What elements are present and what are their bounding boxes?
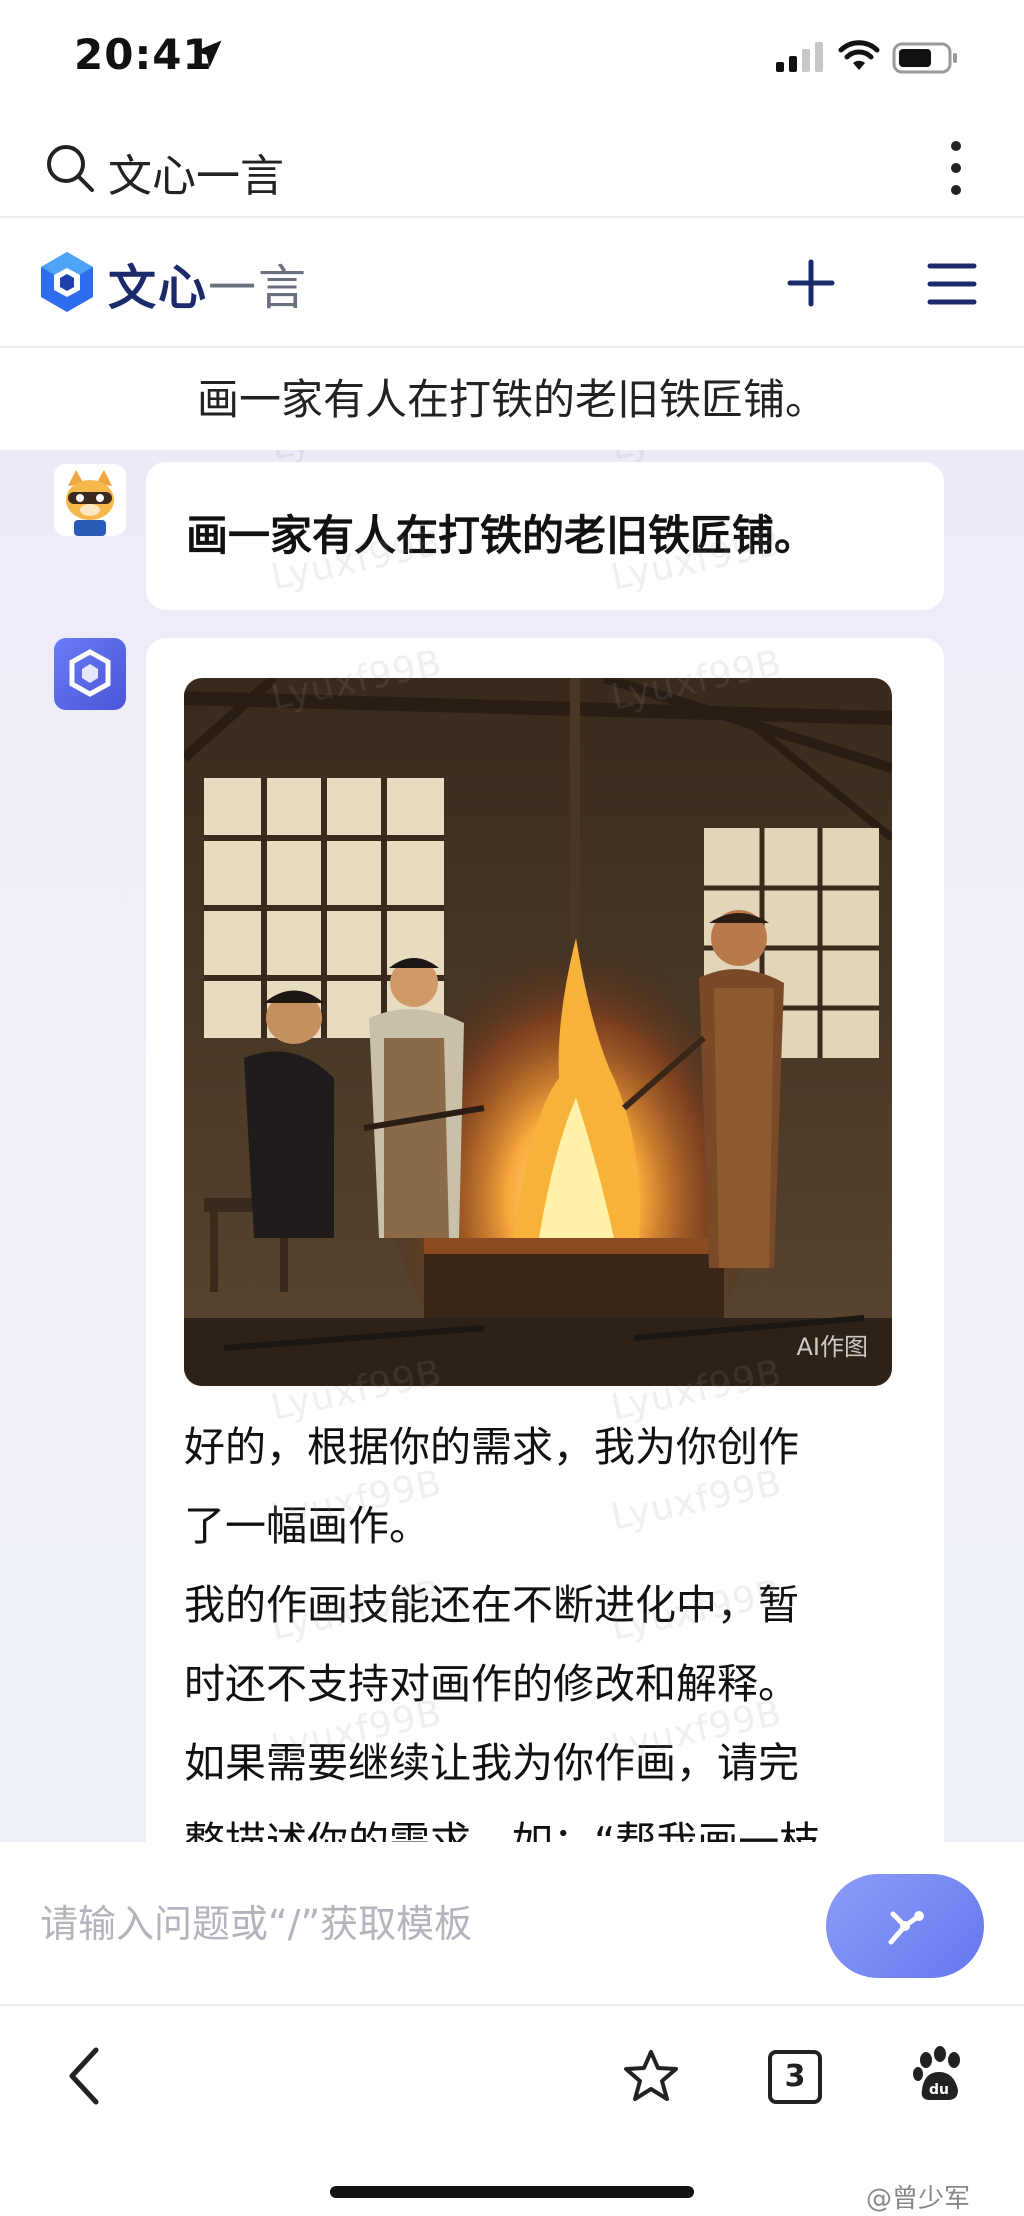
- tabs-icon[interactable]: 3: [768, 2050, 822, 2104]
- divider: [0, 216, 1024, 218]
- logo-bold-text: 文心: [108, 260, 209, 316]
- more-vertical-icon[interactable]: [948, 138, 964, 198]
- app-header: 文心一言: [0, 220, 1024, 346]
- star-icon[interactable]: [622, 2048, 680, 2104]
- send-icon: [888, 1911, 924, 1945]
- logo-light-text: 一言: [208, 260, 309, 316]
- bot-response-text: 好的，根据你的需求，我为你创作 了一幅画作。 我的作画技能还在不断进化中，暂 时…: [184, 1408, 904, 1842]
- status-bar: 20:41: [0, 0, 1024, 110]
- chat-area[interactable]: 画一家有人在打铁的老旧铁匠铺。 AI作图 好的，根据你的需求，我为你创作 了一幅…: [0, 450, 1024, 1842]
- svg-text:du: du: [929, 2082, 949, 2098]
- wenxin-logo-icon: [41, 252, 93, 312]
- user-avatar: [54, 464, 126, 536]
- signal-icon: [776, 42, 823, 72]
- home-indicator[interactable]: [330, 2186, 694, 2198]
- chat-input-area: [0, 1842, 1024, 2002]
- search-query-text[interactable]: 文心一言: [108, 140, 284, 204]
- battery-icon: [892, 42, 957, 74]
- hamburger-menu-icon[interactable]: [924, 258, 980, 310]
- bot-text-line: 如果需要继续让我为你作画，请完: [184, 1739, 799, 1787]
- back-chevron-icon[interactable]: [60, 2042, 108, 2110]
- baidu-paw-icon[interactable]: du: [910, 2046, 968, 2104]
- location-arrow-icon: [194, 40, 222, 68]
- send-button[interactable]: [826, 1874, 984, 1978]
- bot-avatar: [54, 638, 126, 710]
- search-icon: [47, 145, 94, 192]
- chat-input[interactable]: [40, 1894, 780, 1954]
- bot-text-line: 时还不支持对画作的修改和解释。: [184, 1660, 799, 1708]
- bot-text-line: 我的作画技能还在不断进化中，暂: [184, 1581, 799, 1629]
- ai-image-badge: AI作图: [796, 1333, 869, 1361]
- bot-text-line: 了一幅画作。: [184, 1502, 430, 1550]
- app-logo-text: 文心一言: [108, 248, 308, 318]
- divider: [0, 346, 1024, 348]
- bot-text-line: 好的，根据你的需求，我为你创作: [184, 1423, 799, 1471]
- bot-text-line: 整描述你的需求，如：“帮我画一枝: [184, 1818, 821, 1842]
- conversation-title: 画一家有人在打铁的老旧铁匠铺。: [0, 350, 1024, 450]
- new-chat-button[interactable]: [782, 254, 840, 312]
- bot-message-bubble: AI作图 好的，根据你的需求，我为你创作 了一幅画作。 我的作画技能还在不断进化…: [146, 638, 944, 1842]
- generated-image[interactable]: AI作图: [184, 678, 892, 1386]
- browser-bottom-nav: 3 du @曾少军: [0, 2004, 1024, 2216]
- browser-search-bar[interactable]: 文心一言: [0, 118, 1024, 218]
- user-message-bubble: 画一家有人在打铁的老旧铁匠铺。: [146, 462, 944, 610]
- wifi-icon: [838, 40, 880, 70]
- credit-watermark: @曾少军: [866, 2184, 971, 2214]
